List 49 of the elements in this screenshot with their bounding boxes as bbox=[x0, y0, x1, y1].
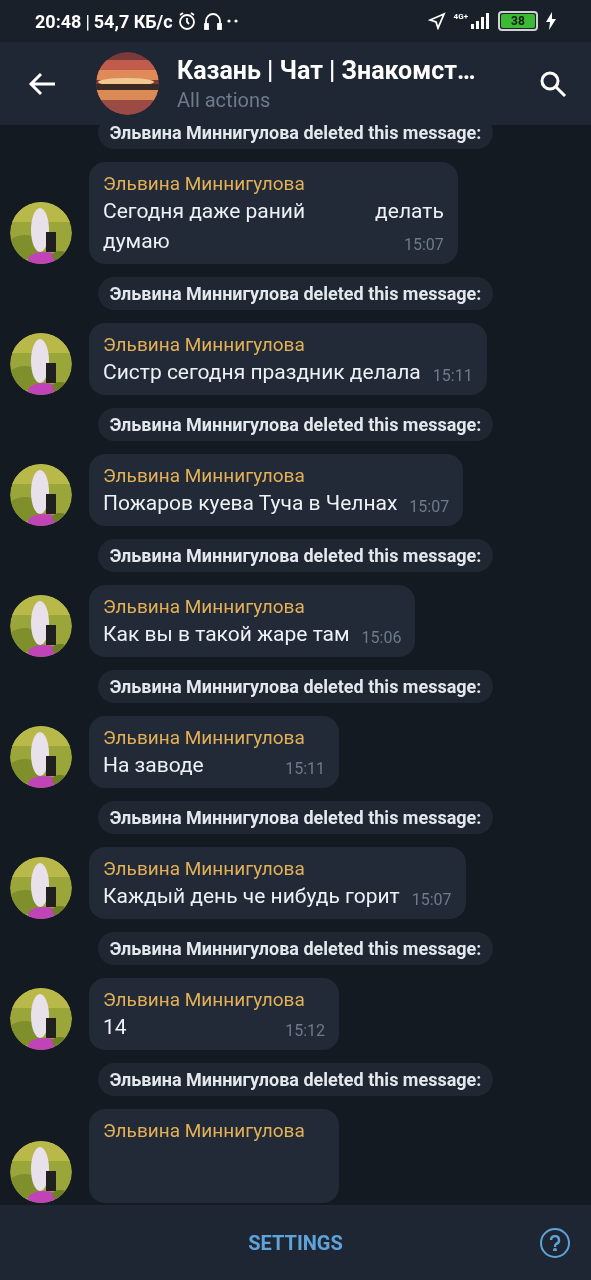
service-message: Эльвина Миннигулова deleted this message: bbox=[97, 801, 494, 834]
service-message: Эльвина Миннигулова deleted this message: bbox=[97, 670, 494, 703]
clock: 20:48 bbox=[35, 9, 82, 34]
message-time: 15:12 bbox=[284, 1020, 325, 1042]
message-text: думаю bbox=[103, 228, 170, 255]
service-message: Эльвина Миннигулова deleted this message: bbox=[97, 932, 494, 965]
question-icon bbox=[549, 1234, 561, 1251]
sender-name: Эльвина Миннигулова bbox=[103, 988, 306, 1012]
settings-button[interactable]: SETTINGS bbox=[240, 1223, 351, 1262]
search-icon bbox=[539, 69, 567, 98]
message-text: Сегодня даже раний bbox=[103, 198, 306, 225]
sender-name: Эльвина Миннигулова bbox=[103, 595, 306, 619]
sender-name: Эльвина Миннигулова bbox=[103, 726, 306, 750]
message-text: Пожаров куева Туча в Челнах bbox=[103, 490, 398, 517]
service-message: Эльвина Миннигулова deleted this message: bbox=[97, 277, 494, 310]
back-arrow-icon bbox=[28, 71, 56, 96]
service-message: Эльвина Миннигулова deleted this message: bbox=[97, 539, 494, 572]
battery-icon: 38 bbox=[498, 11, 538, 31]
sender-name: Эльвина Миннигулова bbox=[103, 464, 306, 488]
sender-name: Эльвина Миннигулова bbox=[103, 172, 306, 196]
message-text: На заводе bbox=[103, 752, 204, 779]
chat-title: Казань | Чат | Знакомст… bbox=[177, 54, 476, 87]
message-time: 15:06 bbox=[360, 627, 402, 649]
network-type: 4G+ bbox=[453, 13, 468, 21]
service-message: Эльвина Миннигулова deleted this message: bbox=[97, 1063, 494, 1096]
more-icon bbox=[226, 19, 239, 23]
headphones-icon bbox=[202, 11, 223, 31]
message-text: делать bbox=[375, 198, 444, 225]
message-time: 15:07 bbox=[408, 496, 450, 518]
message-time: 15:07 bbox=[410, 889, 452, 911]
message-text: Каждый день че нибудь горит bbox=[103, 883, 400, 910]
service-message: Эльвина Миннигулова deleted this message: bbox=[97, 408, 494, 441]
message-text: Систр сегодня праздник делала bbox=[103, 359, 421, 386]
sender-name: Эльвина Миннигулова bbox=[103, 333, 306, 357]
separator: | bbox=[85, 9, 90, 34]
message-time: 15:07 bbox=[402, 234, 444, 256]
location-icon bbox=[427, 12, 446, 30]
message-time: 15:11 bbox=[284, 758, 325, 780]
signal-icon bbox=[470, 13, 490, 29]
help-button[interactable] bbox=[540, 1227, 570, 1258]
message-text: 14 bbox=[103, 1014, 127, 1041]
message-time: 15:11 bbox=[431, 365, 473, 387]
sender-name: Эльвина Миннигулова bbox=[103, 857, 306, 881]
chat-subtitle: All actions bbox=[177, 86, 272, 113]
message-text: Как вы в такой жаре там bbox=[103, 621, 350, 648]
alarm-icon bbox=[176, 11, 197, 31]
sender-name: Эльвина Миннигулова bbox=[103, 1119, 306, 1143]
network-speed: 54,7 КБ/с bbox=[93, 9, 173, 34]
charging-icon bbox=[546, 12, 556, 30]
